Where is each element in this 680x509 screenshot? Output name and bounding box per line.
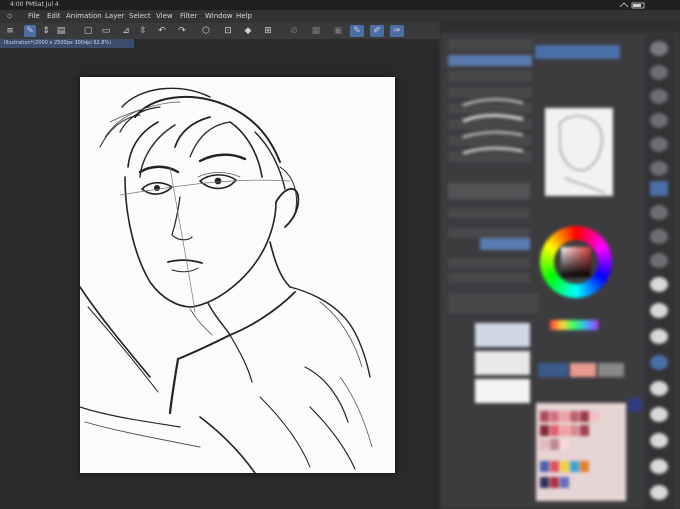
date: Sat Jul 4 xyxy=(34,1,59,8)
tool-icon[interactable] xyxy=(650,41,668,56)
fill-icon[interactable]: ◆ xyxy=(242,25,254,37)
layer-mode[interactable] xyxy=(448,293,538,313)
ruler-icon[interactable]: ⊘ xyxy=(288,25,300,37)
menu-icon[interactable]: ≡ xyxy=(4,25,16,37)
status-bar: 4:00 PM Sat Jul 4 xyxy=(0,0,680,10)
tool-icon[interactable] xyxy=(650,205,668,220)
brush-size-preset[interactable] xyxy=(650,329,668,344)
brush-size-preset[interactable] xyxy=(650,485,668,500)
brush-size-preset[interactable] xyxy=(650,459,668,474)
mode-icon[interactable]: ✎ xyxy=(350,25,364,37)
brush-mode-icon[interactable]: ✐ xyxy=(370,25,384,37)
status-icons xyxy=(600,0,660,10)
menu-view[interactable]: View xyxy=(156,10,173,23)
subtool-item[interactable] xyxy=(448,39,532,50)
brush-size-preset[interactable] xyxy=(650,433,668,448)
tool-icon[interactable] xyxy=(650,253,668,268)
document-tab[interactable]: Illustration*(2000 x 2500px 300dpi 62.8%… xyxy=(0,39,134,48)
command-bar: ≡ ✎ ⇕ ▤ ▢ ▭ ⊿ ⇳ ↶ ↷ ⬡ ⊡ ◆ ⊞ ⊘ ▦ ▣ ✎ ✐ ✑ xyxy=(0,23,440,39)
menu-window[interactable]: Window xyxy=(205,10,233,23)
menu-help[interactable]: Help xyxy=(236,10,252,23)
color-chip[interactable] xyxy=(598,363,624,377)
brush-size-preset[interactable] xyxy=(650,381,668,396)
panel-tabs xyxy=(440,23,680,33)
brush-size-preset[interactable] xyxy=(650,303,668,318)
redo-icon[interactable]: ↷ xyxy=(176,25,188,37)
setting-slider[interactable] xyxy=(448,273,530,283)
brush-size-slider[interactable] xyxy=(448,183,530,199)
side-panels xyxy=(440,23,680,509)
adjust-icon[interactable]: ⇕ xyxy=(40,25,52,37)
menu-edit[interactable]: Edit xyxy=(47,10,61,23)
tool-icon[interactable] xyxy=(650,161,668,176)
tool-icon[interactable] xyxy=(650,229,668,244)
menu-select[interactable]: Select xyxy=(129,10,151,23)
subtool-item-selected[interactable] xyxy=(448,55,532,66)
app-icon[interactable]: ◇ xyxy=(7,10,12,23)
menu-layer[interactable]: Layer xyxy=(105,10,125,23)
brush-size-active[interactable] xyxy=(535,45,620,59)
brush-size-preset-selected[interactable] xyxy=(650,355,668,370)
new-file-icon[interactable]: ▢ xyxy=(82,25,94,37)
sketch-drawing xyxy=(79,87,373,474)
navigator-sketch xyxy=(559,115,606,194)
brush-size-preset[interactable] xyxy=(650,407,668,422)
layer-thumbnail[interactable] xyxy=(475,323,530,347)
opacity-slider[interactable] xyxy=(448,208,530,218)
transform-icon[interactable]: ⊡ xyxy=(222,25,234,37)
main-color-chip[interactable] xyxy=(628,398,642,412)
tool-icon-selected[interactable] xyxy=(650,181,668,196)
tool-icon[interactable] xyxy=(650,89,668,104)
tool-icon[interactable] xyxy=(650,65,668,80)
hue-bar[interactable] xyxy=(550,320,598,330)
layer-thumbnail[interactable] xyxy=(475,351,530,375)
color-chip[interactable] xyxy=(570,363,596,377)
subtool-item[interactable] xyxy=(448,71,532,82)
pen-icon[interactable]: ✎ xyxy=(24,25,36,37)
menu-animation[interactable]: Animation xyxy=(66,10,102,23)
color-chip[interactable] xyxy=(538,363,568,377)
clock: 4:00 PM xyxy=(10,1,35,8)
color-saturation-square[interactable] xyxy=(561,247,591,277)
battery-wifi-icon xyxy=(619,2,645,9)
selection-icon[interactable]: ⬡ xyxy=(200,25,212,37)
color-set-palette[interactable] xyxy=(536,403,626,501)
export-icon[interactable]: ⇳ xyxy=(137,25,149,37)
setting-slider-active[interactable] xyxy=(480,238,530,250)
grid-icon[interactable]: ▦ xyxy=(310,25,322,37)
tool-icon[interactable] xyxy=(650,113,668,128)
brush-size-preset[interactable] xyxy=(650,277,668,292)
tool-icon[interactable] xyxy=(650,137,668,152)
crop-icon[interactable]: ⊞ xyxy=(262,25,274,37)
navigator-preview[interactable] xyxy=(545,108,613,196)
layers-icon[interactable]: ▤ xyxy=(55,25,67,37)
menu-file[interactable]: File xyxy=(28,10,40,23)
setting-slider[interactable] xyxy=(448,258,530,268)
frame-icon[interactable]: ▣ xyxy=(332,25,344,37)
stabilizer-slider[interactable] xyxy=(448,228,530,238)
layer-thumbnail[interactable] xyxy=(475,379,530,403)
undo-icon[interactable]: ↶ xyxy=(156,25,168,37)
drawing-canvas[interactable] xyxy=(79,77,395,474)
menu-bar: ◇ File Edit Animation Layer Select View … xyxy=(0,10,680,23)
save-icon[interactable]: ⊿ xyxy=(120,25,132,37)
brush-stroke-previews xyxy=(462,98,524,155)
open-file-icon[interactable]: ▭ xyxy=(100,25,112,37)
menu-filter[interactable]: Filter xyxy=(180,10,197,23)
eraser-mode-icon[interactable]: ✑ xyxy=(390,25,404,37)
